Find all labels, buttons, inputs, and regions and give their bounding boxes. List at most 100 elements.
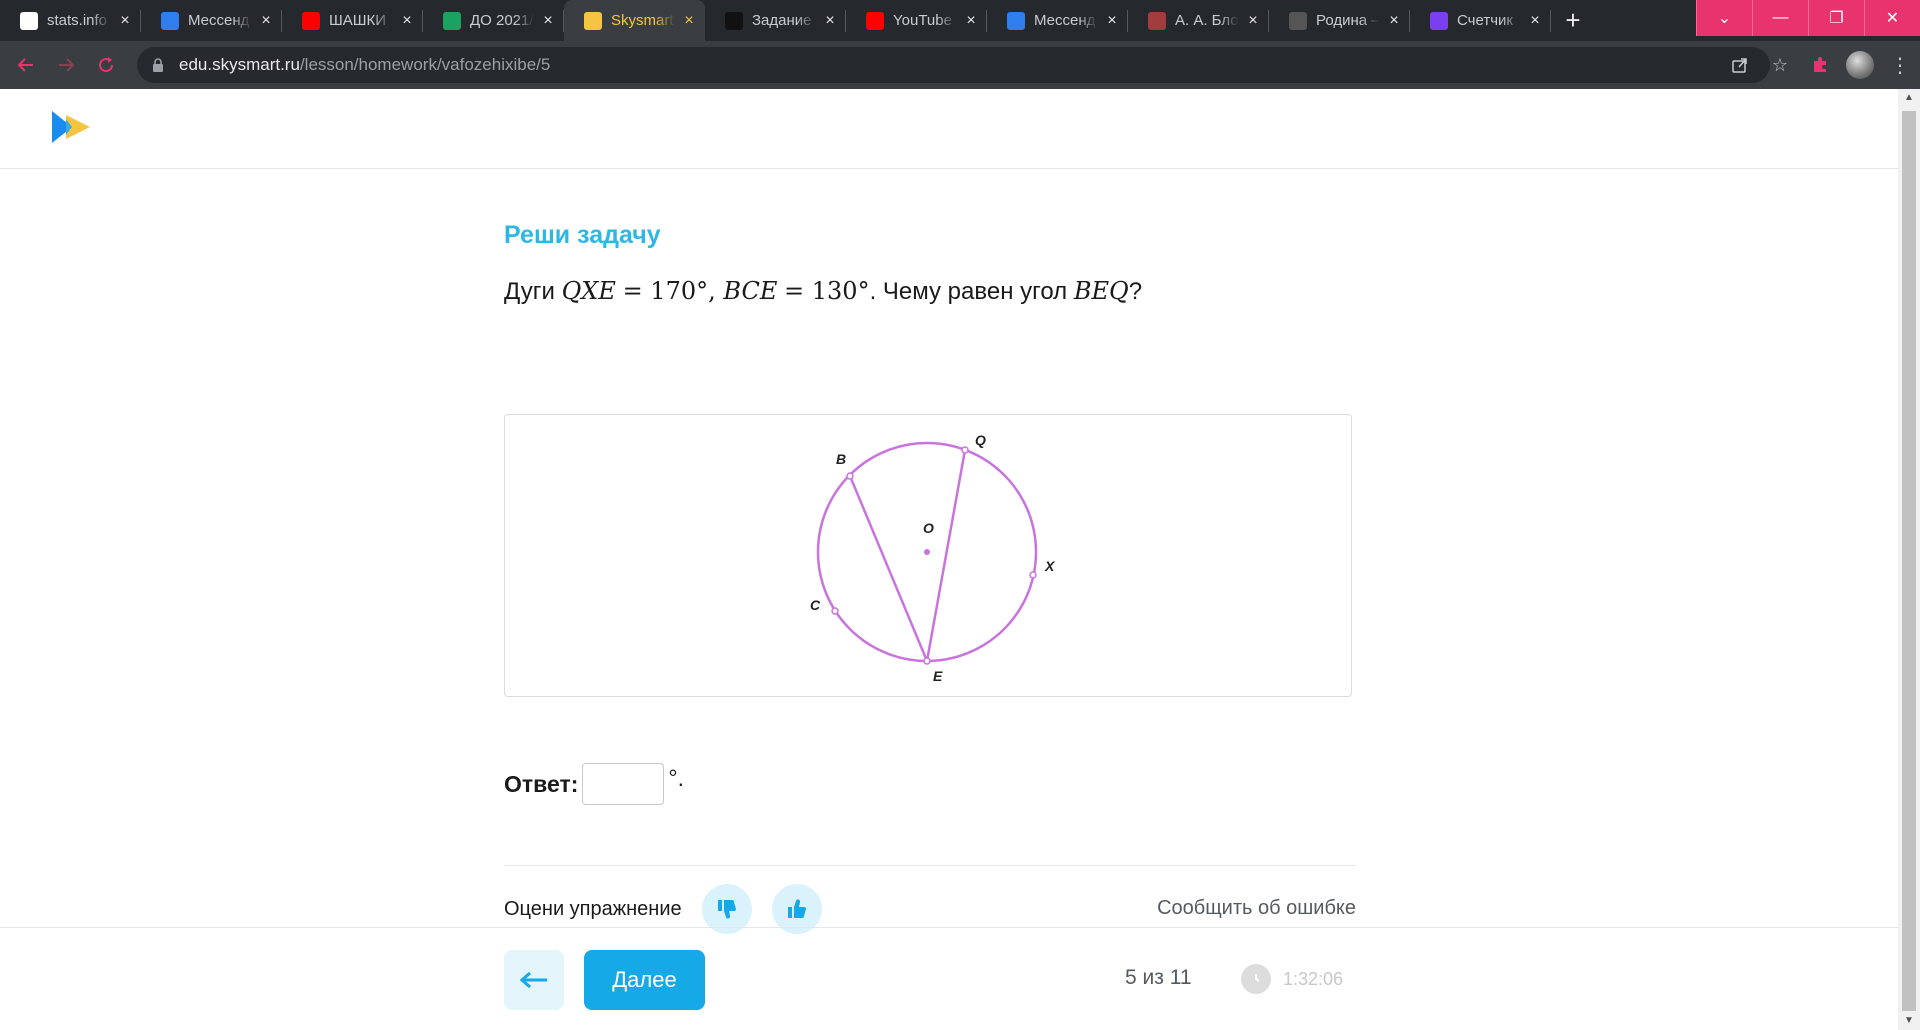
bookmark-star-icon[interactable]: ☆ (1760, 45, 1800, 85)
tab-title: Skysmart (611, 12, 674, 29)
tab-title: ДО 2021/ (470, 12, 534, 29)
sheets-icon (443, 11, 461, 30)
window-controls: ⌄ — ❐ ✕ (1696, 0, 1920, 36)
close-tab-icon[interactable]: × (681, 12, 697, 29)
arrow-left-icon (17, 58, 33, 72)
close-tab-icon[interactable]: × (963, 12, 979, 29)
report-error-link[interactable]: Сообщить об ошибке (1157, 897, 1356, 920)
tab-title: Задание (752, 12, 812, 29)
k-icon (1289, 11, 1307, 30)
arc1-name: QXE (561, 277, 616, 305)
thumbs-down-icon (717, 900, 736, 919)
divider (504, 865, 1356, 866)
point-c (831, 607, 839, 615)
zadanie-icon (725, 11, 743, 30)
chord-qe (925, 449, 967, 662)
page: Реши задачу Дуги QXE = 170°, BCE = 130°.… (0, 89, 1898, 1030)
reload-button[interactable] (86, 45, 126, 85)
extensions-puzzle-icon[interactable] (1800, 45, 1840, 85)
question-prefix: Дуги (504, 278, 562, 305)
answer-row: Ответ: °. (504, 763, 684, 805)
answer-suffix: °. (668, 764, 684, 791)
browser-tab[interactable]: Родина – × (1269, 0, 1410, 41)
stats-icon (20, 11, 38, 30)
profile-avatar[interactable] (1840, 45, 1880, 85)
point-q (961, 446, 969, 454)
arc2-value: = 130° (784, 277, 870, 305)
tab-title: А. А. Бло (1175, 12, 1239, 29)
close-tab-icon[interactable]: × (822, 12, 838, 29)
close-tab-icon[interactable]: × (258, 12, 274, 29)
footer-nav: Далее 5 из 11 1:32:06 (0, 927, 1898, 1030)
close-tab-icon[interactable]: × (540, 12, 556, 29)
skysmart-icon (584, 11, 602, 30)
browser-toolbar: edu.skysmart.ru/lesson/homework/vafozehi… (0, 41, 1920, 89)
menu-dots-icon[interactable]: ⋮ (1880, 45, 1920, 85)
point-x (1029, 571, 1037, 579)
close-tab-icon[interactable]: × (1386, 12, 1402, 29)
back-nav-button[interactable] (6, 45, 46, 85)
skysmart-logo-icon[interactable] (50, 109, 94, 145)
browser-tab[interactable]: Задание × (705, 0, 846, 41)
address-bar[interactable]: edu.skysmart.ru/lesson/homework/vafozehi… (137, 47, 1770, 83)
close-tab-icon[interactable]: × (1527, 12, 1543, 29)
label-x: X (1044, 558, 1056, 574)
tab-title: Мессенд (1034, 12, 1096, 29)
youtube-icon (302, 11, 320, 30)
timer-value: 1:32:06 (1283, 968, 1344, 989)
chord-be (848, 475, 929, 662)
tab-strip: stats.info × Мессенд × ШАШКИ × ДО 2021/× Skysma… (0, 0, 1920, 41)
back-button[interactable] (504, 950, 564, 1010)
comma: , (708, 277, 724, 305)
point-b (846, 472, 854, 480)
point-o (924, 549, 930, 555)
tab-title: Счетчик (1457, 12, 1513, 29)
arrow-right-icon (59, 58, 75, 72)
answer-label: Ответ: (504, 770, 579, 797)
rating-label: Оцени упражнение (504, 897, 682, 920)
clock-icon (1241, 964, 1271, 994)
s-icon (1430, 11, 1448, 30)
label-e: E (933, 668, 943, 684)
answer-input[interactable] (582, 763, 665, 805)
new-tab-button[interactable]: + (1551, 0, 1595, 41)
minimize-button[interactable]: — (1752, 0, 1808, 36)
browser-tab[interactable]: stats.info × (0, 0, 141, 41)
site-header (0, 89, 1898, 169)
arrow-left-icon (519, 971, 547, 989)
question-text: Дуги QXE = 170°, BCE = 130°. Чему равен … (504, 277, 1142, 306)
lock-icon (153, 58, 163, 72)
scrollbar-thumb[interactable] (1902, 111, 1916, 1011)
tab-title: Мессенд (188, 12, 250, 29)
scroll-down-arrow[interactable]: ▼ (1898, 1012, 1920, 1030)
arc2-name: BCE (723, 277, 778, 305)
browser-tab[interactable]: Счетчик × (1410, 0, 1551, 41)
book-icon (1148, 11, 1166, 30)
share-icon[interactable] (1720, 45, 1760, 85)
url-path: /lesson/homework/vafozehixibe/5 (299, 55, 551, 74)
task-heading: Реши задачу (504, 221, 661, 249)
page-scrollbar[interactable]: ▲ ▼ (1898, 89, 1920, 1030)
browser-tab[interactable]: Мессенд × (141, 0, 282, 41)
next-button[interactable]: Далее (584, 950, 705, 1010)
forward-nav-button[interactable] (46, 45, 86, 85)
close-tab-icon[interactable]: × (1104, 12, 1120, 29)
restore-button[interactable]: ❐ (1808, 0, 1864, 36)
tab-title: ШАШКИ (329, 12, 387, 29)
arc1-value: = 170° (622, 277, 709, 305)
tab-search-icon[interactable]: ⌄ (1696, 0, 1752, 36)
browser-tab[interactable]: Мессенд × (987, 0, 1128, 41)
close-tab-icon[interactable]: × (1245, 12, 1261, 29)
close-tab-icon[interactable]: × (117, 12, 133, 29)
question-mid: . Чему равен угол (869, 278, 1074, 305)
browser-tab[interactable]: ШАШКИ × (282, 0, 423, 41)
browser-tab[interactable]: Skysmart × (564, 0, 705, 41)
figure-container: B Q O X C E (504, 414, 1352, 697)
scroll-up-arrow[interactable]: ▲ (1898, 89, 1920, 107)
browser-tab[interactable]: ДО 2021/ × (423, 0, 564, 41)
browser-tab[interactable]: А. А. Бло × (1128, 0, 1269, 41)
close-window-button[interactable]: ✕ (1864, 0, 1920, 36)
messenger-icon (1007, 11, 1025, 30)
browser-tab[interactable]: YouTube × (846, 0, 987, 41)
close-tab-icon[interactable]: × (399, 12, 415, 29)
